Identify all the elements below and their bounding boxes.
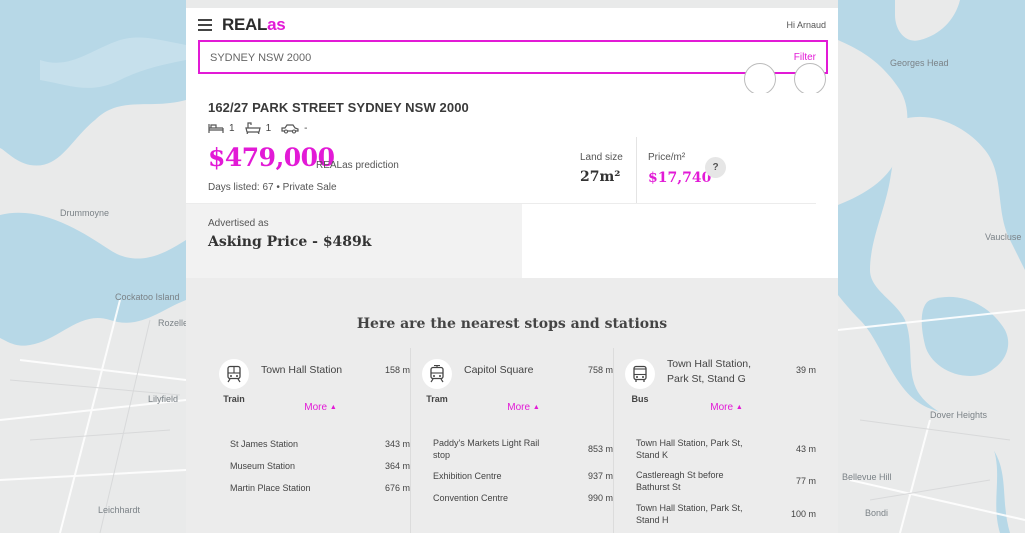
land-size-value: 27m² xyxy=(580,169,621,185)
nearest-stop-distance: 158 m xyxy=(384,365,410,375)
parking-feature: - xyxy=(281,122,307,134)
nearest-stops-section: Here are the nearest stops and stations … xyxy=(186,278,838,533)
stops-title: Here are the nearest stops and stations xyxy=(356,316,668,332)
divider xyxy=(636,137,637,204)
map-label: Lilyfield xyxy=(148,394,179,404)
price-per-m2-value: $17,740 xyxy=(648,170,712,186)
bathrooms-count: 1 xyxy=(265,122,272,134)
chevron-up-icon: ▲ xyxy=(735,404,743,411)
advertised-spacer xyxy=(522,204,838,278)
map-label: Georges Head xyxy=(890,58,949,68)
property-panel: REALas Hi Arnaud Filter 162/27 PARK STRE… xyxy=(186,8,838,533)
menu-icon[interactable] xyxy=(198,19,212,31)
nearest-stop-name: Town Hall Station xyxy=(261,364,343,376)
map-label: Bellevue Hill xyxy=(842,472,892,482)
parking-count: - xyxy=(304,122,308,134)
nearest-stop-name: Town Hall Station, Park St, Stand G xyxy=(667,358,752,385)
map-label: Rozelle xyxy=(158,318,189,328)
stops-column-tram: Tram Capitol Square 758 m More ▲ Paddy's… xyxy=(422,348,625,533)
search-bar: Filter xyxy=(198,40,828,74)
advertised-section: Advertised as Asking Price - $489k xyxy=(186,204,838,278)
advertised-label: Advertised as xyxy=(208,218,269,229)
property-details: 162/27 PARK STREET SYDNEY NSW 2000 1 1 -… xyxy=(186,93,838,204)
listing-info: Days listed: 67 • Private Sale xyxy=(208,182,337,193)
car-icon xyxy=(281,124,299,134)
map-label: Vaucluse xyxy=(985,232,1022,242)
logo[interactable]: REALas xyxy=(222,15,286,35)
stops-column-train: Train Town Hall Station 158 m More ▲ St … xyxy=(219,348,422,533)
price-per-m2-label: Price/m² xyxy=(648,152,686,163)
train-icon xyxy=(219,359,249,389)
bedrooms-feature: 1 xyxy=(208,122,235,134)
header: REALas Hi Arnaud Filter xyxy=(186,8,838,93)
bedrooms-count: 1 xyxy=(229,122,235,134)
search-input[interactable] xyxy=(210,50,730,66)
stops-column-bus: Bus Town Hall Station, Park St, Stand G … xyxy=(625,348,828,533)
filter-button[interactable]: Filter xyxy=(794,52,816,63)
advertised-box: Advertised as Asking Price - $489k xyxy=(186,204,522,278)
help-button[interactable]: ? xyxy=(705,157,726,178)
more-button[interactable]: More ▲ xyxy=(422,402,625,413)
map-label: Drummoyne xyxy=(60,208,110,218)
land-size-label: Land size xyxy=(580,152,623,163)
map-label: Dover Heights xyxy=(930,410,988,420)
map-label: Leichhardt xyxy=(98,505,141,515)
column-divider xyxy=(410,348,411,533)
user-greeting[interactable]: Hi Arnaud xyxy=(786,20,826,30)
advertised-value: Asking Price - $489k xyxy=(208,234,372,250)
bathrooms-feature: 1 xyxy=(244,122,272,134)
more-button[interactable]: More ▲ xyxy=(219,402,422,413)
nearest-stop-distance: 758 m xyxy=(587,365,613,375)
column-divider xyxy=(613,348,614,533)
price-label: REALas prediction xyxy=(316,160,399,171)
property-address: 162/27 PARK STREET SYDNEY NSW 2000 xyxy=(208,100,469,115)
tram-icon xyxy=(422,359,452,389)
nearest-stop-name: Capitol Square xyxy=(464,364,534,376)
bed-icon xyxy=(208,124,224,133)
favorite-button[interactable] xyxy=(744,63,776,95)
map-label: Bondi xyxy=(865,508,889,518)
chevron-up-icon: ▲ xyxy=(329,404,337,411)
share-button[interactable] xyxy=(794,63,826,95)
more-button[interactable]: More ▲ xyxy=(625,402,828,413)
nearest-stop-distance: 39 m xyxy=(795,365,816,375)
map-label: Cockatoo Island xyxy=(115,292,180,302)
property-features: 1 1 - xyxy=(208,120,317,136)
bus-icon xyxy=(625,359,655,389)
bath-icon xyxy=(244,122,261,134)
chevron-up-icon: ▲ xyxy=(532,404,540,411)
